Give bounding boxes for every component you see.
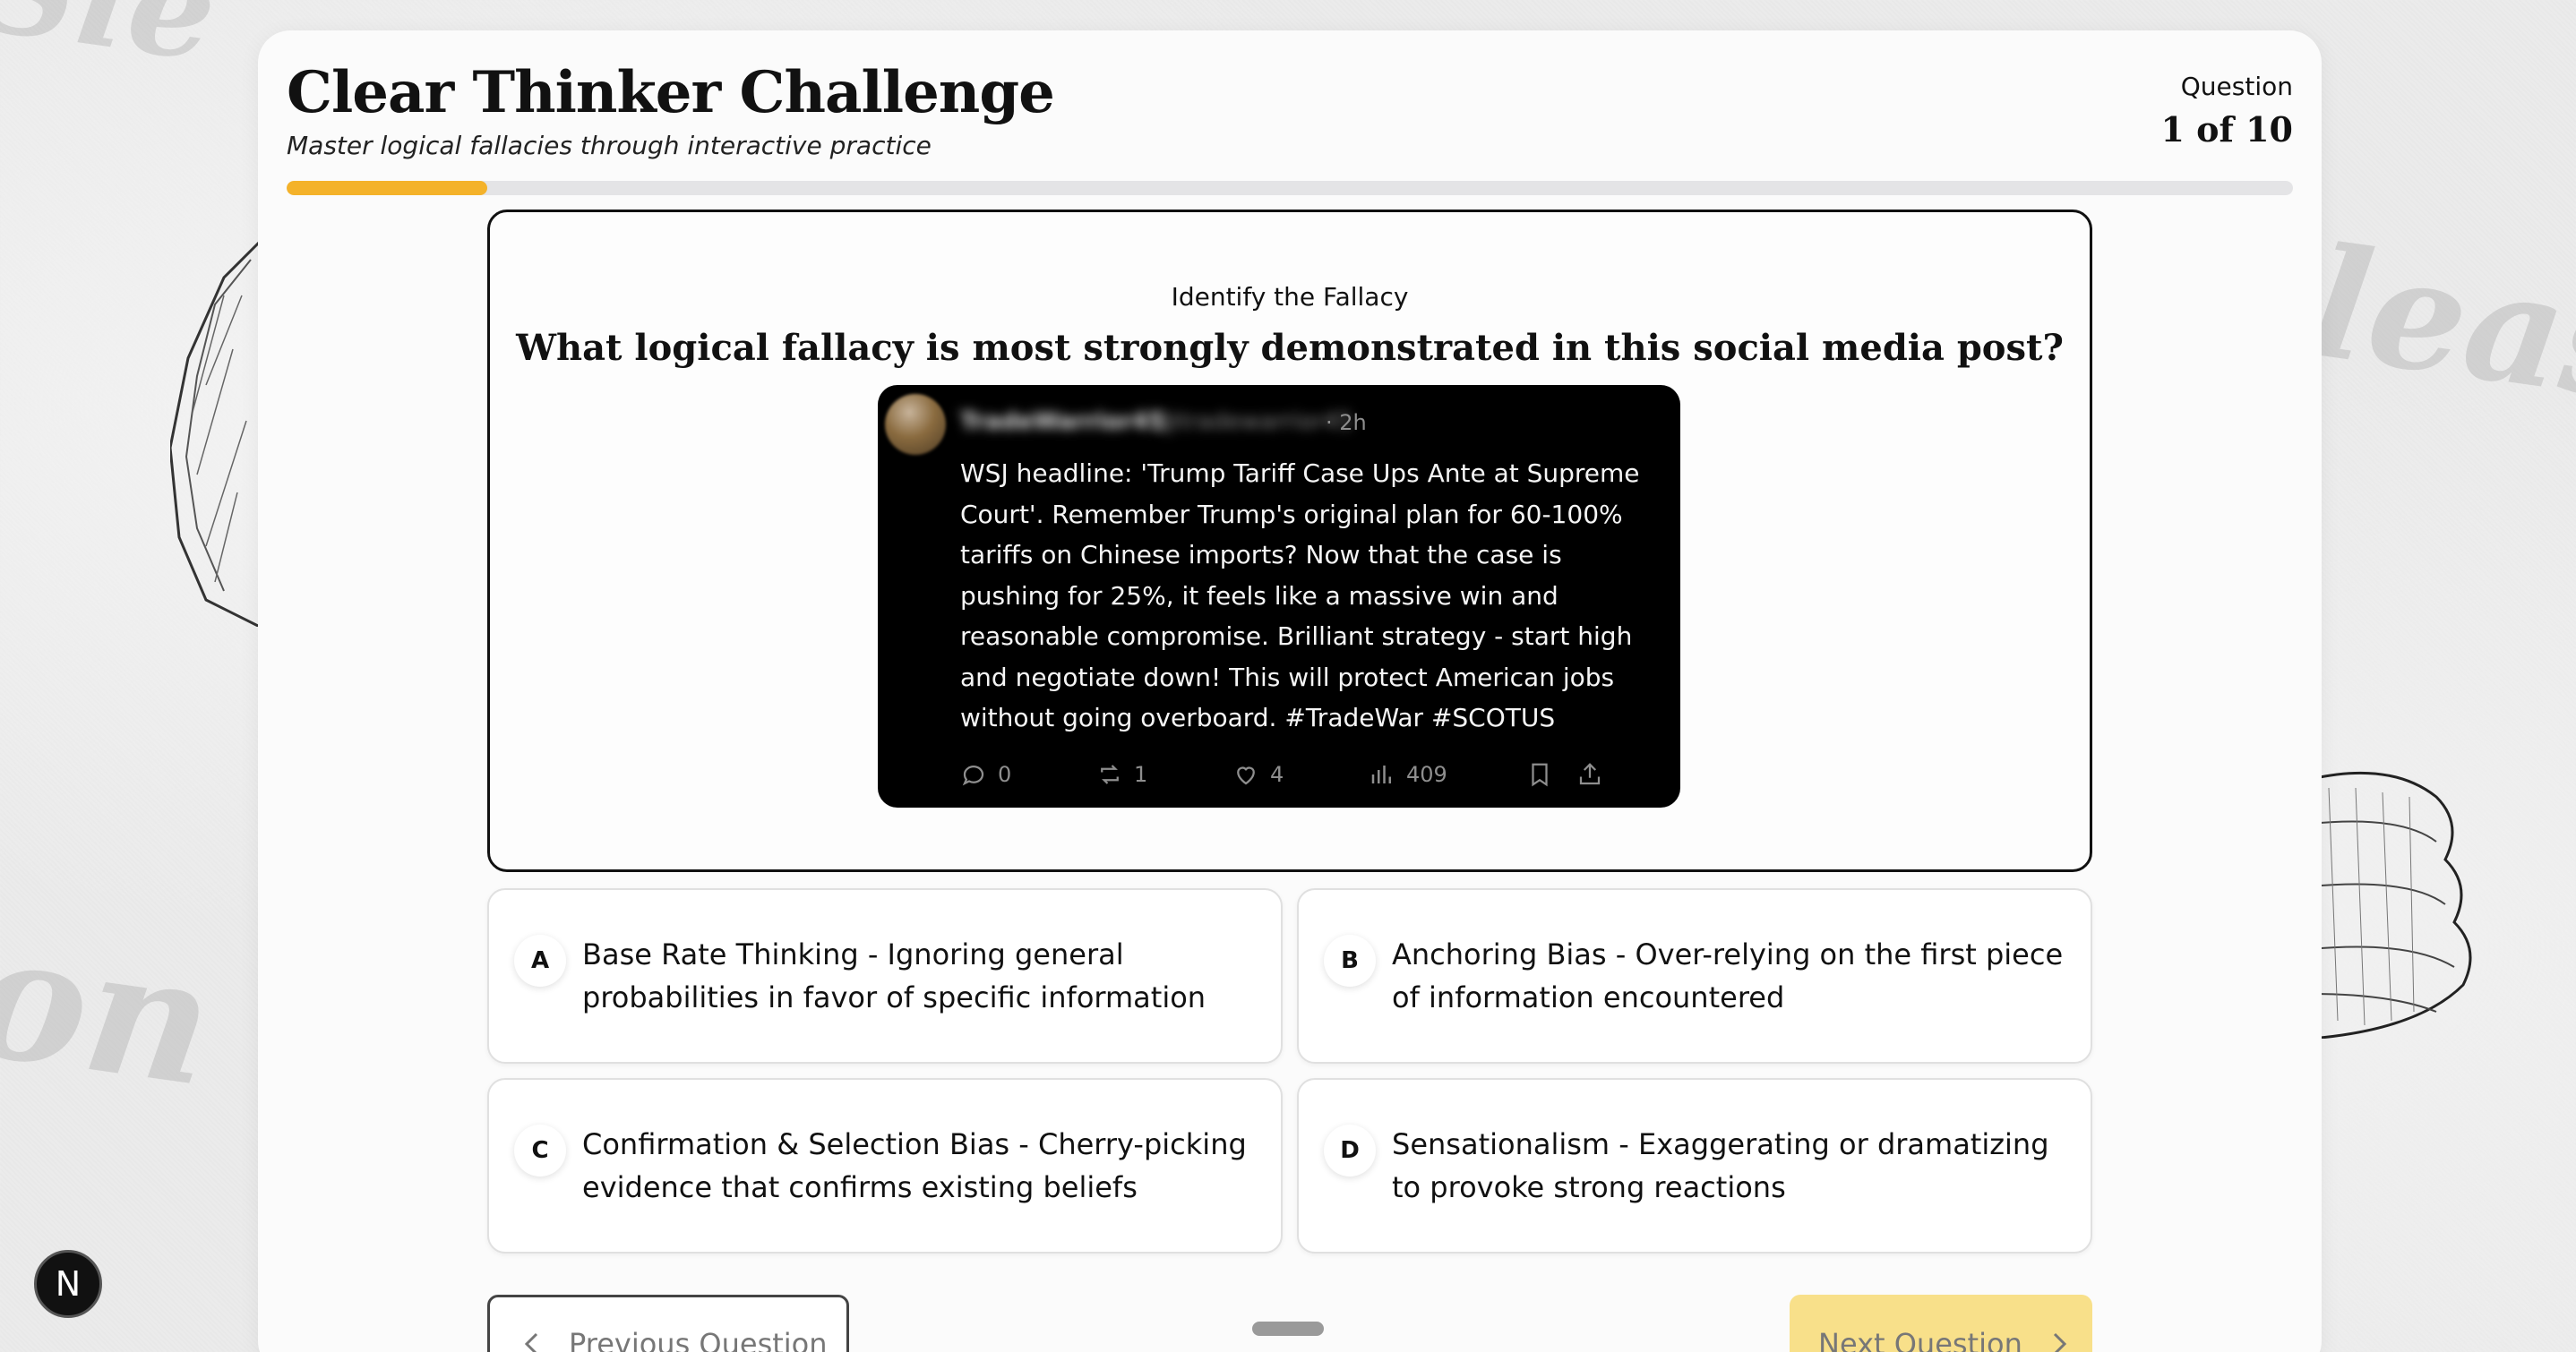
- answer-option-d[interactable]: D Sensationalism - Exaggerating or drama…: [1297, 1078, 2092, 1254]
- like-action[interactable]: 4: [1232, 761, 1284, 788]
- page-title: Clear Thinker Challenge: [287, 59, 1055, 126]
- drag-handle[interactable]: [1252, 1322, 1324, 1336]
- option-letter: C: [514, 1125, 566, 1177]
- post-actions: 0 1 4 409: [960, 761, 1668, 792]
- option-text: Confirmation & Selection Bias - Cherry-p…: [582, 1127, 1247, 1204]
- progress-bar: [287, 181, 2293, 195]
- views-count: 409: [1406, 762, 1447, 787]
- option-letter: D: [1324, 1125, 1376, 1177]
- question-panel: Identify the Fallacy What logical fallac…: [487, 210, 2092, 872]
- repost-action[interactable]: 1: [1096, 761, 1147, 788]
- reply-icon: [962, 766, 984, 786]
- question-kicker: Identify the Fallacy: [1171, 282, 1409, 312]
- answer-option-c[interactable]: C Confirmation & Selection Bias - Cherry…: [487, 1078, 1283, 1254]
- analytics-icon: [1371, 766, 1391, 783]
- progress-bar-fill: [287, 181, 487, 195]
- background-text-right: lease: [2300, 212, 2576, 450]
- quiz-card: Clear Thinker Challenge Master logical f…: [258, 30, 2322, 1352]
- heart-icon: [1237, 766, 1255, 785]
- repost-count: 1: [1134, 762, 1148, 787]
- option-text: Sensationalism - Exaggerating or dramati…: [1392, 1127, 2049, 1204]
- page-subtitle: Master logical fallacies through interac…: [287, 131, 932, 160]
- post-author-handle: @tradewarrior45: [1155, 408, 1353, 435]
- post-timestamp: · 2h: [1326, 410, 1367, 435]
- reply-count: 0: [998, 762, 1012, 787]
- share-icon: [1579, 763, 1601, 785]
- reply-action[interactable]: 0: [960, 761, 1011, 788]
- post-body: WSJ headline: 'Trump Tariff Case Ups Ant…: [960, 458, 1640, 732]
- views-action[interactable]: 409: [1369, 761, 1447, 788]
- option-letter: B: [1324, 935, 1376, 987]
- option-text: Base Rate Thinking - Ignoring general pr…: [582, 937, 1206, 1014]
- repost-icon: [1101, 765, 1119, 784]
- sketch-illustration-right: [2311, 771, 2472, 1039]
- like-count: 4: [1270, 762, 1284, 787]
- question-text: What logical fallacy is most strongly de…: [516, 327, 2064, 369]
- answer-option-a[interactable]: A Base Rate Thinking - Ignoring general …: [487, 888, 1283, 1064]
- answer-option-b[interactable]: B Anchoring Bias - Over-relying on the f…: [1297, 888, 2092, 1064]
- nextjs-badge-icon[interactable]: N: [34, 1250, 102, 1318]
- question-counter-label: Question: [2180, 72, 2293, 101]
- next-question-button[interactable]: Next Question: [1790, 1295, 2092, 1352]
- chevron-right-icon: [2053, 1332, 2066, 1352]
- post-author-name: TradeWarrior45: [960, 408, 1165, 435]
- option-text: Anchoring Bias - Over-relying on the fir…: [1392, 937, 2064, 1014]
- question-counter: 1 of 10: [2160, 109, 2293, 150]
- option-letter: A: [514, 935, 566, 987]
- bookmark-icon: [1532, 763, 1548, 787]
- chevron-left-icon: [524, 1332, 538, 1352]
- avatar: [885, 394, 946, 455]
- bookmark-action[interactable]: [1526, 761, 1553, 788]
- previous-question-button[interactable]: Previous Question: [487, 1295, 849, 1352]
- share-action[interactable]: [1576, 761, 1603, 788]
- background-text-top: Sle: [0, 0, 226, 92]
- social-media-post: TradeWarrior45 @tradewarrior45 · 2h WSJ …: [878, 385, 1680, 808]
- sketch-illustration-left: [170, 242, 262, 627]
- next-question-label: Next Question: [1818, 1327, 2022, 1352]
- previous-question-label: Previous Question: [569, 1327, 828, 1352]
